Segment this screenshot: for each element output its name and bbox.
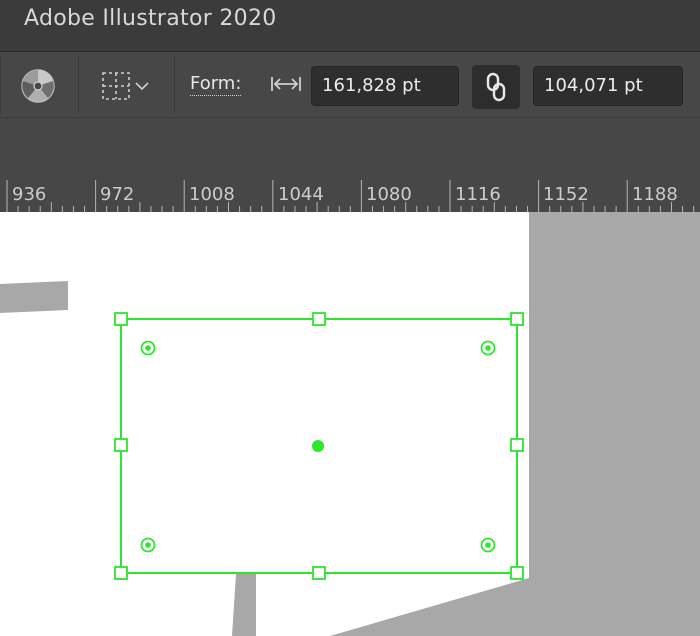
ruler-label: 1080 bbox=[366, 184, 412, 205]
width-input[interactable]: 161,828 pt bbox=[311, 66, 459, 106]
resize-handle-bottom-right bbox=[510, 566, 524, 580]
height-input[interactable]: 104,071 pt bbox=[533, 66, 683, 106]
gray-shape-left[interactable] bbox=[0, 281, 68, 313]
control-bar-separator bbox=[78, 56, 79, 114]
ruler-label: 1044 bbox=[278, 184, 324, 205]
resize-handle-middle-right bbox=[510, 438, 524, 452]
gray-shape-bottom[interactable] bbox=[232, 574, 256, 636]
control-bar: Form: 161,828 pt 104,071 pt bbox=[0, 52, 700, 118]
ruler-graphic: 936 972 1008 1044 1080 1116 1152 1188 bbox=[6, 180, 695, 212]
horizontal-ruler[interactable]: 936 972 1008 1044 1080 1116 1152 1188 bbox=[0, 178, 700, 212]
ruler-label: 1188 bbox=[632, 184, 678, 205]
resize-handle-bottom-left bbox=[114, 566, 128, 580]
constrain-proportions-link-icon bbox=[486, 72, 506, 102]
control-bar-separator bbox=[0, 56, 1, 114]
resize-handle-bottom-center bbox=[312, 566, 326, 580]
resize-handle-middle-left bbox=[114, 438, 128, 452]
ruler-label: 1116 bbox=[455, 184, 501, 205]
app-title: Adobe Illustrator 2020 bbox=[24, 6, 277, 31]
resize-handle-top-center bbox=[312, 312, 326, 326]
artwork bbox=[0, 212, 700, 636]
align-to-selection-icon[interactable] bbox=[100, 70, 134, 102]
center-point bbox=[312, 440, 324, 452]
resize-handle-top-left bbox=[114, 312, 128, 326]
resize-handle-top-right bbox=[510, 312, 524, 326]
artboard-canvas[interactable] bbox=[0, 212, 700, 636]
chevron-down-icon[interactable] bbox=[134, 80, 150, 92]
ruler-label: 972 bbox=[100, 184, 134, 205]
width-arrows-icon bbox=[271, 77, 301, 91]
control-bar-separator bbox=[174, 56, 175, 114]
ruler-label: 1008 bbox=[189, 184, 235, 205]
ruler-label: 936 bbox=[12, 184, 46, 205]
options-strip bbox=[0, 118, 700, 178]
recolor-artwork-icon[interactable] bbox=[20, 68, 56, 104]
constrain-proportions-button[interactable] bbox=[472, 65, 520, 109]
title-bar: Adobe Illustrator 2020 bbox=[0, 0, 700, 52]
form-label[interactable]: Form: bbox=[190, 74, 242, 96]
ruler-label: 1152 bbox=[543, 184, 589, 205]
selection-bounding-box[interactable] bbox=[114, 312, 524, 580]
